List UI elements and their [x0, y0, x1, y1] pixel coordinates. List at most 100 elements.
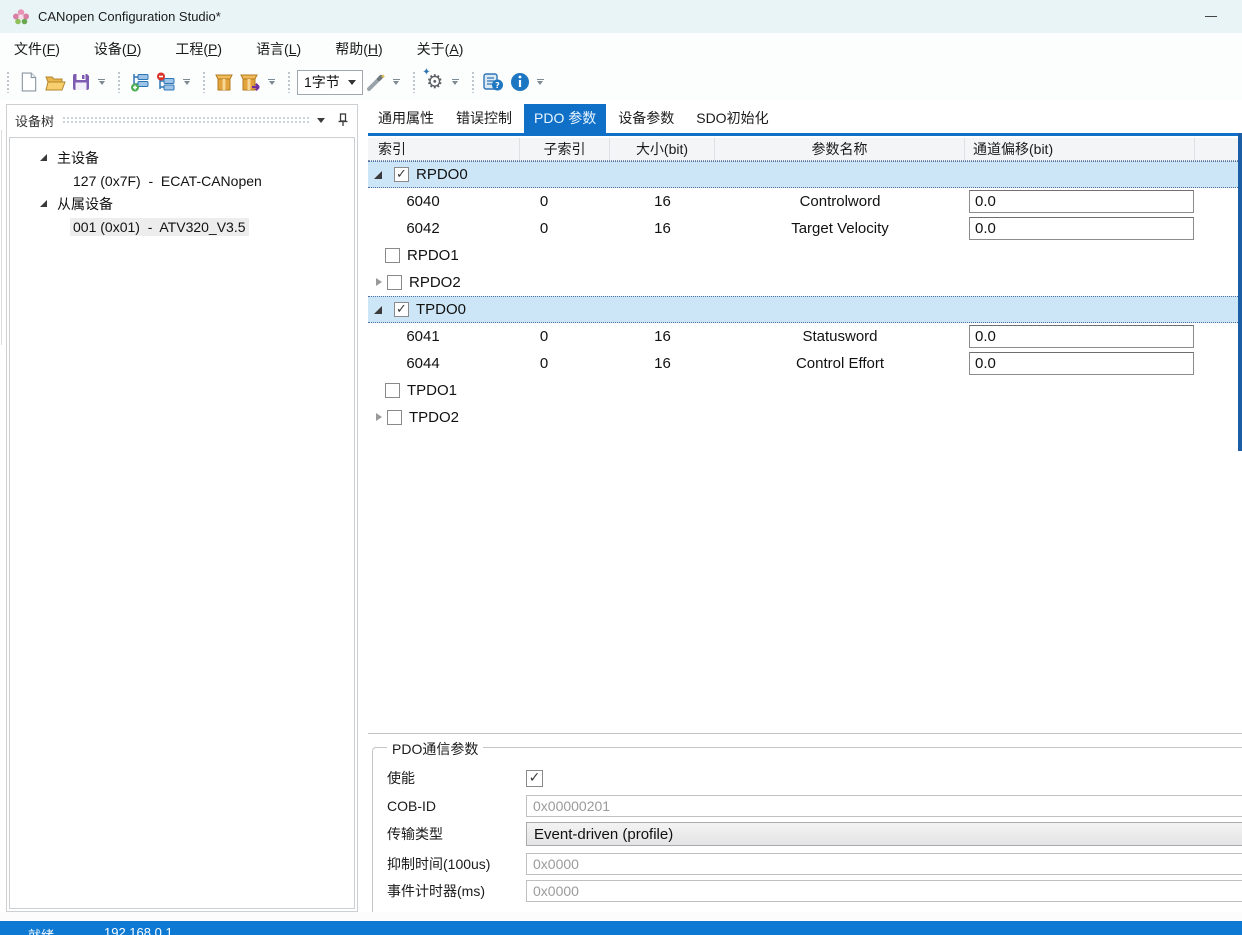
group-row-tpdo2[interactable]: TPDO2: [368, 404, 1242, 431]
inhibit-row: 抑制时间(100us): [373, 852, 1242, 876]
import-package-button[interactable]: [212, 69, 238, 95]
tab-device-parameters[interactable]: 设备参数: [608, 104, 684, 133]
rpdo1-checkbox[interactable]: [385, 248, 400, 263]
open-project-button[interactable]: [42, 69, 68, 95]
minimize-button[interactable]: [1194, 0, 1228, 33]
cell-name: Statusword: [802, 328, 878, 345]
tree-node-slave[interactable]: 从属设备: [10, 192, 354, 215]
device-tree-header[interactable]: 设备树: [7, 105, 357, 135]
save-button[interactable]: [68, 69, 94, 95]
pin-icon[interactable]: [337, 113, 349, 127]
inhibit-label: 抑制时间(100us): [387, 856, 491, 872]
column-header-name[interactable]: 参数名称: [715, 138, 965, 160]
column-header-size[interactable]: 大小(bit): [610, 138, 715, 160]
toolbar-grip[interactable]: [411, 71, 417, 93]
expander-closed-icon[interactable]: [376, 413, 382, 422]
param-row-6040[interactable]: 6040 0 16 Controlword: [368, 188, 1242, 215]
column-header-subindex[interactable]: 子索引: [520, 138, 610, 160]
menu-language[interactable]: 语言(L): [246, 35, 311, 63]
offset-input[interactable]: [969, 217, 1194, 240]
expander-open-icon[interactable]: [374, 170, 382, 179]
param-row-6041[interactable]: 6041 0 16 Statusword: [368, 323, 1242, 350]
toolbar-grip[interactable]: [117, 71, 122, 93]
toolbar-grip[interactable]: [287, 71, 292, 93]
expander-icon[interactable]: [40, 154, 47, 161]
column-header-index[interactable]: 索引: [368, 138, 520, 160]
tree-node-master-child[interactable]: 127 (0x7F) - ECAT-CANopen: [10, 169, 354, 192]
toolbar-grip[interactable]: [6, 71, 11, 93]
panel-drag-texture: [62, 115, 309, 125]
cell-index: 6042: [406, 220, 440, 237]
toolbar-overflow-button[interactable]: [392, 79, 400, 85]
enable-checkbox[interactable]: ✓: [526, 769, 543, 787]
status-ready-text: 就绪: [28, 925, 54, 935]
menu-help[interactable]: 帮助(H): [325, 35, 392, 63]
toolbar-overflow-button[interactable]: [536, 79, 544, 85]
tpdo2-checkbox[interactable]: [387, 410, 402, 425]
inhibit-input[interactable]: [526, 853, 1242, 875]
toolbar-grip[interactable]: [470, 71, 476, 93]
rpdo2-checkbox[interactable]: [387, 275, 402, 290]
event-timer-input[interactable]: [526, 880, 1242, 902]
param-row-6044[interactable]: 6044 0 16 Control Effort: [368, 350, 1242, 377]
group-row-rpdo0[interactable]: ✓ RPDO0: [368, 161, 1242, 188]
tree-node-master[interactable]: 主设备: [10, 146, 354, 169]
expander-closed-icon[interactable]: [376, 278, 382, 287]
tpdo1-checkbox[interactable]: [385, 383, 400, 398]
tree-node-label: 主设备: [57, 149, 99, 166]
panel-separator: [368, 733, 1242, 734]
column-header-empty: [1195, 138, 1242, 160]
new-file-button[interactable]: [16, 69, 42, 95]
menu-device[interactable]: 设备(D): [84, 35, 151, 63]
group-row-rpdo2[interactable]: RPDO2: [368, 269, 1242, 296]
cob-id-input[interactable]: [526, 795, 1242, 817]
remove-device-button[interactable]: [153, 69, 179, 95]
remove-device-icon: [157, 72, 175, 91]
export-package-button[interactable]: [238, 69, 264, 95]
tab-general-properties[interactable]: 通用属性: [368, 104, 444, 133]
group-row-tpdo0[interactable]: ✓ TPDO0: [368, 296, 1242, 323]
group-row-tpdo1[interactable]: TPDO1: [368, 377, 1242, 404]
vertical-scrollbar[interactable]: [1238, 133, 1242, 451]
tab-sdo-init[interactable]: SDO初始化: [686, 104, 778, 133]
toolbar-overflow-button[interactable]: [451, 79, 459, 85]
help-manual-button[interactable]: ?: [481, 69, 507, 95]
about-info-button[interactable]: [507, 69, 533, 95]
wand-button[interactable]: [363, 69, 389, 95]
panel-menu-chevron-icon[interactable]: [317, 117, 325, 123]
param-row-6042[interactable]: 6042 0 16 Target Velocity: [368, 215, 1242, 242]
tree-node-slave-child[interactable]: 001 (0x01) - ATV320_V3.5: [10, 215, 354, 238]
expander-open-icon[interactable]: [374, 305, 382, 314]
export-package-icon: [240, 74, 260, 91]
settings-button[interactable]: ⚙ ✦: [422, 67, 448, 95]
expander-icon[interactable]: [40, 200, 47, 207]
device-tree-panel: 设备树 主设备 127 (0x7F) - ECAT-CANopen 从属设备 0…: [6, 104, 358, 912]
offset-input[interactable]: [969, 325, 1194, 348]
toolbar-grip[interactable]: [202, 71, 207, 93]
menu-file[interactable]: 文件(F): [4, 35, 70, 63]
offset-input[interactable]: [969, 352, 1194, 375]
toolbar-overflow-button[interactable]: [98, 79, 105, 85]
save-icon: [73, 74, 89, 90]
toolbar-overflow-button[interactable]: [183, 79, 190, 85]
tab-pdo-parameters[interactable]: PDO 参数: [524, 104, 607, 133]
group-label: TPDO2: [409, 409, 460, 426]
column-header-offset[interactable]: 通道偏移(bit): [965, 138, 1195, 160]
rpdo0-checkbox[interactable]: ✓: [394, 167, 409, 182]
menu-about[interactable]: 关于(A): [407, 35, 474, 63]
menu-project[interactable]: 工程(P): [165, 35, 232, 63]
title-bar: CANopen Configuration Studio*: [0, 0, 1242, 33]
tab-error-control[interactable]: 错误控制: [446, 104, 522, 133]
tree-node-label: 127 (0x7F) - ECAT-CANopen: [73, 172, 262, 189]
new-file-icon: [21, 72, 37, 92]
event-timer-row: 事件计时器(ms): [373, 879, 1242, 903]
group-row-rpdo1[interactable]: RPDO1: [368, 242, 1242, 269]
offset-input[interactable]: [969, 190, 1194, 213]
tpdo0-checkbox[interactable]: ✓: [394, 302, 409, 317]
add-device-button[interactable]: [127, 69, 153, 95]
import-package-icon: [215, 74, 233, 90]
toolbar-overflow-button[interactable]: [268, 79, 275, 85]
byte-size-combobox[interactable]: 1字节: [297, 69, 363, 95]
transmission-combobox[interactable]: Event-driven (profile): [526, 822, 1242, 846]
tree-node-label: 001 (0x01) - ATV320_V3.5: [70, 217, 249, 236]
